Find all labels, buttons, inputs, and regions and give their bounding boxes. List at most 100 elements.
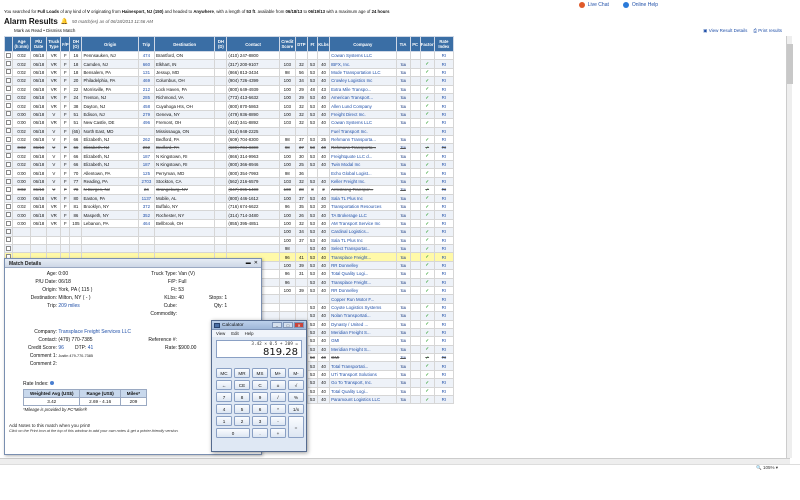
rate-index-link[interactable]: RI bbox=[442, 389, 446, 394]
cell-co[interactable]: Transportation Resources bbox=[329, 202, 397, 212]
rate-index-link[interactable]: RI bbox=[442, 305, 446, 310]
cell-co[interactable]: Cardinal Logistics... bbox=[329, 227, 397, 237]
rate-index-link[interactable]: RI bbox=[442, 171, 446, 176]
row-checkbox[interactable] bbox=[6, 220, 12, 226]
rate-index-link[interactable]: RI bbox=[442, 112, 446, 117]
rate-index-link[interactable]: RI bbox=[442, 355, 446, 360]
rate-index-link[interactable]: RI bbox=[442, 70, 446, 75]
rate-index-link[interactable]: RI bbox=[442, 137, 446, 142]
row-checkbox[interactable] bbox=[6, 212, 12, 218]
cell-co[interactable]: Nolan Transportati... bbox=[329, 311, 397, 321]
rate-index-link[interactable]: RI bbox=[442, 347, 446, 352]
table-row[interactable]: 0:02 06/18 VR F 81 Brooklyn, NY 372 Buffalo, NY… bbox=[3, 202, 455, 212]
cell-co[interactable]: Crowley Logistics Inc bbox=[329, 76, 397, 86]
row-checkbox[interactable] bbox=[6, 195, 12, 201]
column-header[interactable]: Ft bbox=[306, 36, 318, 52]
calc-key[interactable]: 8 bbox=[234, 392, 250, 402]
cell-co[interactable]: AM Transport Service Inc bbox=[329, 218, 397, 229]
minimize-icon[interactable]: ▬ bbox=[246, 260, 251, 266]
calc-key[interactable]: 7 bbox=[216, 392, 232, 402]
cell-co[interactable]: Rehmann Transporta... bbox=[329, 134, 397, 145]
rate-index-link[interactable]: RI bbox=[442, 196, 446, 201]
column-header[interactable] bbox=[3, 36, 14, 52]
table-row[interactable]: 100 37 53 40 Sala TL Plus Inc TIA ✓ RI bbox=[3, 235, 455, 246]
bell-icon[interactable]: 🔔 bbox=[61, 18, 68, 25]
column-header[interactable]: F/P bbox=[60, 36, 71, 52]
table-row[interactable]: 0:02 06/18 VR F 24 Trenton, NJ 285 Richmond, VA… bbox=[3, 92, 455, 103]
row-checkbox[interactable] bbox=[6, 153, 12, 159]
minimize-button[interactable]: – bbox=[272, 322, 282, 328]
calc-key[interactable]: 9 bbox=[252, 392, 268, 402]
column-header[interactable]: PC bbox=[409, 36, 421, 52]
view-details-link[interactable]: ▣ View Result Details bbox=[703, 28, 747, 34]
table-row[interactable]: 0:02 06/18 V F 66 Elizabeth, NJ 187 N Kingstown… bbox=[3, 160, 455, 170]
column-header[interactable]: KLbs bbox=[316, 36, 331, 52]
row-checkbox-cell[interactable] bbox=[3, 126, 14, 136]
row-checkbox-cell[interactable] bbox=[3, 218, 14, 229]
row-checkbox[interactable] bbox=[6, 144, 12, 150]
row-checkbox-cell[interactable] bbox=[3, 134, 14, 145]
table-row[interactable]: 0:02 06/18 VR F 18 Bensalem, PA 131 Jessup, MD (… bbox=[3, 67, 455, 78]
cell-co[interactable]: Total Quality Logi... bbox=[329, 386, 397, 397]
cell-co[interactable]: Total Quality Logi... bbox=[329, 269, 397, 279]
cell-co[interactable]: Sala TL Plus Inc bbox=[329, 235, 397, 246]
cell-co[interactable]: Transplace Freight... bbox=[329, 252, 397, 262]
cell-co[interactable]: Armstrong Transpor... bbox=[329, 185, 397, 195]
rate-index-link[interactable]: RI bbox=[442, 263, 446, 268]
row-checkbox-cell[interactable] bbox=[3, 59, 14, 69]
cell-co[interactable]: Select Transportat... bbox=[329, 243, 397, 254]
cell-co[interactable]: Total Transportati... bbox=[329, 361, 397, 371]
row-checkbox[interactable] bbox=[6, 119, 12, 125]
cell-co[interactable]: American Transport... bbox=[329, 92, 397, 103]
column-header[interactable]: Origin bbox=[81, 36, 139, 52]
cell-co[interactable]: Fuel Transport Inc. bbox=[329, 126, 397, 136]
table-row[interactable]: 0:02 06/18 VR F 38 Dayton, NJ 458 Cuyahoga Hts,… bbox=[3, 101, 455, 111]
table-row[interactable]: 0:00 06/18 VR F 105 Lebanon, PA 464 Bellbrook, … bbox=[3, 218, 455, 229]
rate-index-link[interactable]: RI bbox=[442, 179, 446, 184]
row-checkbox[interactable] bbox=[6, 170, 12, 176]
menu-help[interactable]: Help bbox=[245, 331, 254, 336]
print-link[interactable]: ⎙ Print results bbox=[753, 28, 782, 34]
cell-co[interactable]: Rehmann Transporta... bbox=[329, 143, 397, 153]
row-checkbox[interactable] bbox=[6, 86, 12, 92]
row-checkbox-cell[interactable] bbox=[3, 210, 14, 220]
cell-co[interactable]: Transplace Freight... bbox=[329, 277, 397, 287]
rate-index-link[interactable]: RI bbox=[442, 271, 446, 276]
table-row[interactable]: 0:02 06/18 VR F 16 Pennsauken, NJ 474 Brantford… bbox=[3, 50, 455, 61]
table-row[interactable]: 0:00 06/18 V F 51 Edison, NJ 279 Geneva, NY (479… bbox=[3, 109, 455, 120]
table-row[interactable]: 0:00 06/18 VR F 86 Maspeth, NY 352 Rochester, N… bbox=[3, 210, 455, 220]
column-header[interactable]: TIA bbox=[395, 36, 411, 52]
cell-co[interactable]: GMI bbox=[329, 353, 397, 363]
column-header[interactable]: Truck Type bbox=[46, 36, 62, 52]
calc-key[interactable]: C bbox=[252, 380, 268, 390]
close-icon[interactable]: ✕ bbox=[254, 260, 258, 266]
row-checkbox-cell[interactable] bbox=[3, 84, 14, 94]
cell-co[interactable]: Allen Lund Company bbox=[329, 101, 397, 111]
calc-key[interactable]: - bbox=[270, 416, 286, 426]
calc-key[interactable]: 1/x bbox=[288, 404, 304, 414]
calc-key[interactable]: ± bbox=[270, 380, 286, 390]
row-checkbox[interactable] bbox=[6, 61, 12, 67]
rate-index-link[interactable]: RI bbox=[442, 129, 446, 134]
rate-index-link[interactable]: RI bbox=[442, 187, 446, 192]
rate-index-link[interactable]: RI bbox=[442, 87, 446, 92]
cell-co[interactable]: Meridian Freight S... bbox=[329, 344, 397, 355]
row-checkbox-cell[interactable] bbox=[3, 101, 14, 111]
row-checkbox-cell[interactable] bbox=[3, 118, 14, 128]
column-header[interactable]: Trip bbox=[137, 36, 155, 52]
rate-index-link[interactable]: RI bbox=[442, 204, 446, 209]
rate-index-link[interactable]: RI bbox=[442, 104, 446, 109]
column-header[interactable]: Company bbox=[329, 36, 397, 52]
calc-key[interactable]: = bbox=[288, 416, 304, 438]
zoom-level[interactable]: 🔍 105% ▾ bbox=[756, 465, 778, 471]
calc-key[interactable]: M+ bbox=[270, 368, 286, 378]
cell-co[interactable]: Go To Transport, Inc. bbox=[329, 378, 397, 388]
menu-view[interactable]: View bbox=[216, 331, 225, 336]
row-checkbox-cell[interactable] bbox=[3, 185, 14, 195]
calc-key[interactable]: 0 bbox=[216, 428, 250, 438]
rate-index-link[interactable]: RI bbox=[442, 221, 446, 226]
column-header[interactable]: Credit Score bbox=[278, 36, 296, 52]
close-button[interactable]: ✕ bbox=[294, 322, 304, 328]
row-checkbox[interactable] bbox=[6, 69, 12, 75]
rate-index-link[interactable]: RI bbox=[442, 255, 446, 260]
